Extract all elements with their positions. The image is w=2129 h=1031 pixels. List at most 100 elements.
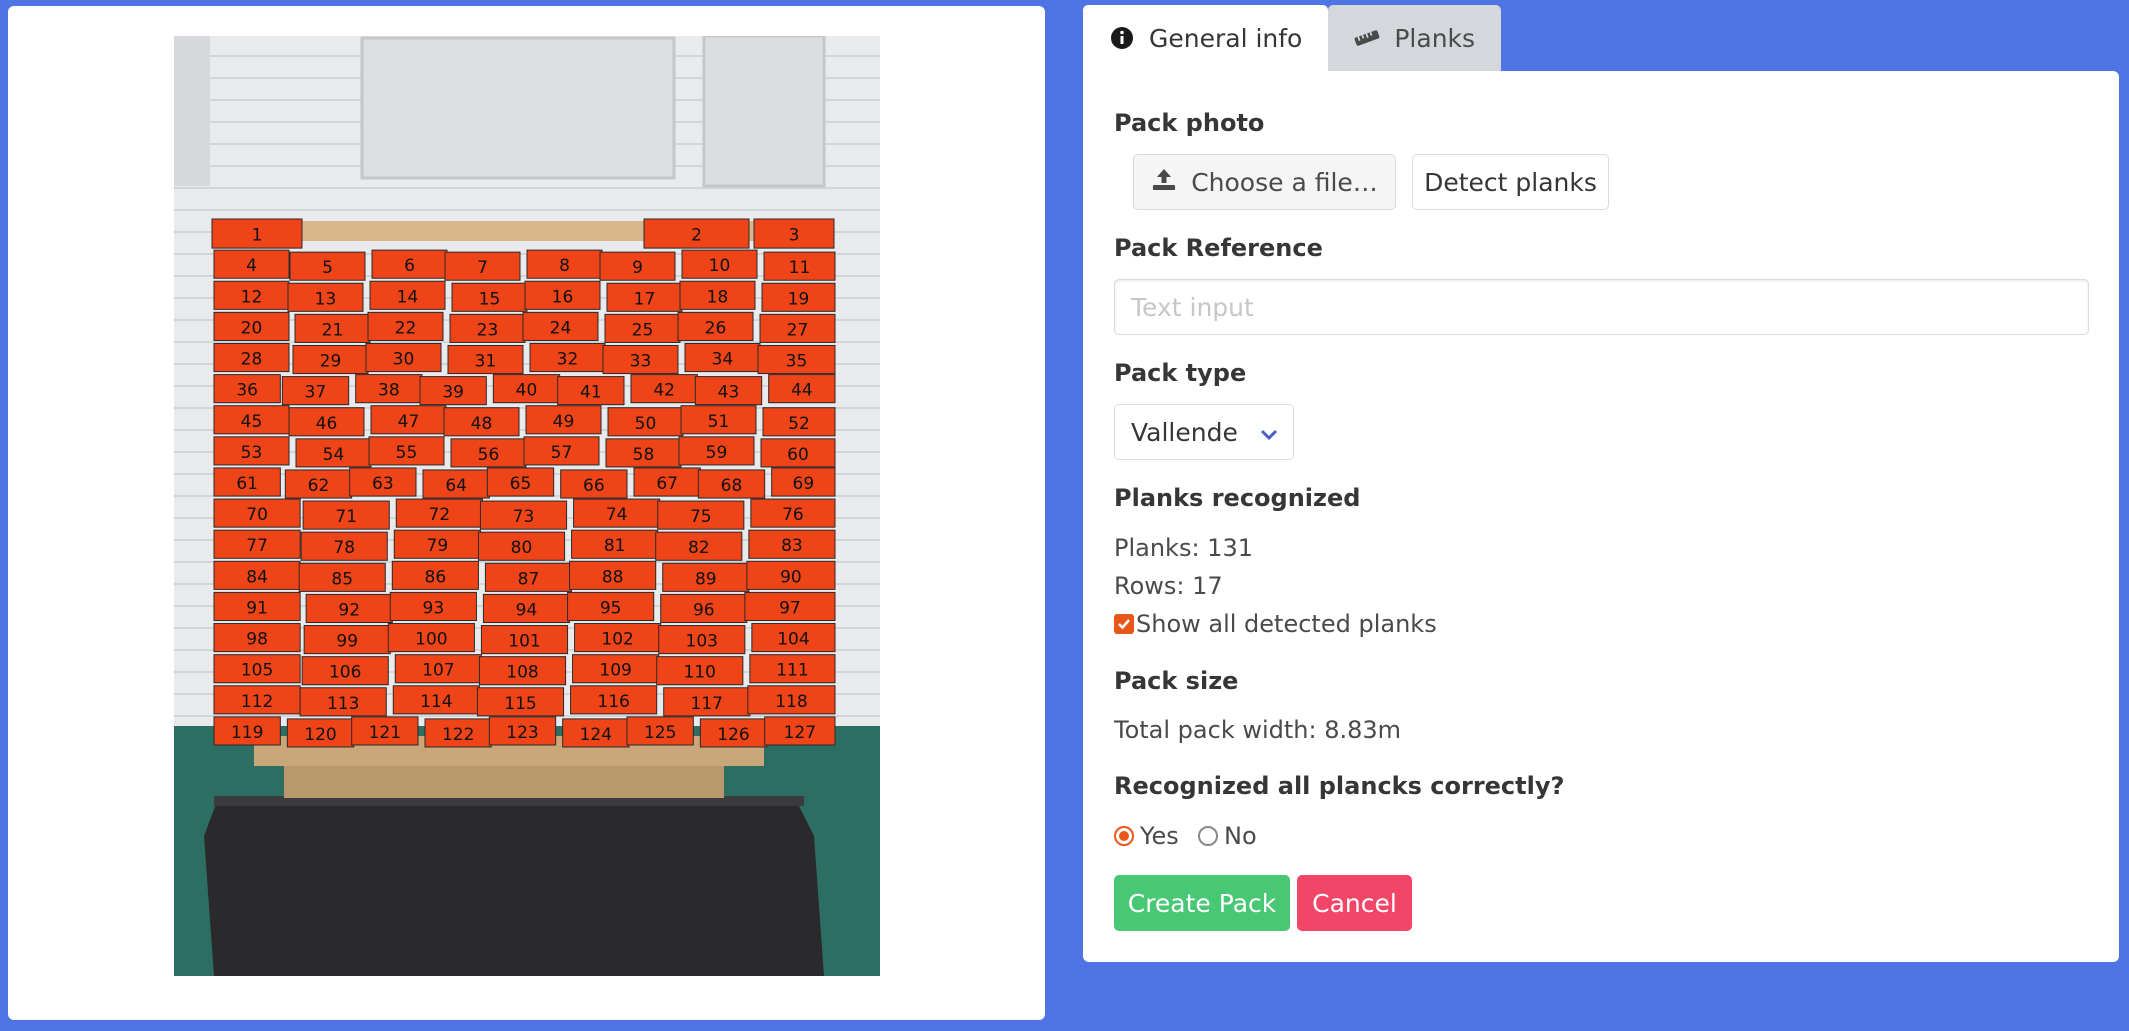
pack-type-select[interactable]: Vallende: [1114, 404, 1294, 460]
plank-number: 84: [246, 567, 268, 587]
radio-unselected-icon: [1198, 826, 1218, 846]
plank-number: 124: [580, 725, 612, 745]
plank-number: 15: [479, 289, 501, 309]
plank-number: 112: [241, 692, 273, 712]
plank-number: 83: [781, 536, 803, 556]
plank-number: 53: [241, 443, 263, 463]
plank-number: 108: [506, 663, 538, 683]
plank-number: 93: [423, 598, 445, 618]
plank-number: 32: [557, 350, 579, 370]
plank-number: 66: [583, 476, 605, 496]
tab-general-info[interactable]: General info: [1083, 5, 1329, 71]
plank-number: 122: [442, 725, 474, 745]
pack-type-label: Pack type: [1114, 359, 1247, 387]
plank-number: 87: [518, 569, 540, 589]
detect-planks-button[interactable]: Detect planks: [1412, 154, 1609, 210]
plank-number: 71: [335, 507, 357, 527]
plank-number: 111: [776, 661, 808, 681]
pallet-base: [284, 766, 724, 798]
rows-count-text: Rows: 17: [1114, 572, 1223, 600]
plank-number: 25: [632, 320, 654, 340]
plank-number: 4: [246, 256, 257, 276]
checkbox-checked-icon: [1114, 614, 1134, 634]
plank-number: 100: [415, 630, 447, 650]
plank-number: 46: [316, 414, 338, 434]
radio-yes[interactable]: Yes: [1114, 822, 1179, 850]
plank-number: 9: [632, 258, 643, 278]
wall-panel: [360, 36, 676, 180]
show-all-planks-label: Show all detected planks: [1136, 610, 1437, 638]
plank-number: 120: [304, 725, 336, 745]
plank-number: 33: [630, 352, 652, 372]
plank-number: 67: [656, 474, 678, 494]
plank-number: 104: [777, 630, 809, 650]
plank-number: 79: [427, 536, 449, 556]
plank-number: 10: [709, 256, 731, 276]
plank-number: 109: [599, 661, 631, 681]
plank-number: 47: [398, 412, 420, 432]
plank-number: 101: [508, 632, 540, 652]
tab-general-info-label: General info: [1149, 23, 1303, 53]
pack-type-value: Vallende: [1131, 417, 1238, 447]
plank-number: 20: [241, 318, 263, 338]
plank-number: 92: [338, 600, 360, 620]
plank-number: 56: [478, 445, 500, 465]
radio-selected-icon: [1114, 826, 1134, 846]
plank-number: 31: [475, 352, 497, 372]
plank-number: 121: [369, 723, 401, 743]
tab-bar: General info Planks: [1083, 5, 1502, 71]
tab-planks[interactable]: Planks: [1328, 5, 1502, 71]
plank-number: 102: [601, 630, 633, 650]
plank-number: 41: [580, 383, 602, 403]
show-all-planks-checkbox[interactable]: Show all detected planks: [1114, 610, 1437, 638]
pack-photo-label: Pack photo: [1114, 109, 1265, 137]
plank-number: 116: [597, 692, 629, 712]
plank-number: 105: [241, 661, 273, 681]
cancel-button[interactable]: Cancel: [1297, 875, 1412, 931]
plank-number: 8: [559, 256, 570, 276]
plank-number: 117: [691, 694, 723, 714]
plank-number: 118: [775, 692, 807, 712]
plank-number: 68: [721, 476, 743, 496]
plank-number: 98: [246, 630, 268, 650]
plank-number: 125: [644, 723, 676, 743]
photo-card: 1 2 3 4 5 6 7 8 9 10 11 12 13 14 15 16 17 18 19 20 21 22 23 24 2…: [8, 6, 1045, 1020]
plank-number: 107: [422, 661, 454, 681]
plank-number: 60: [787, 445, 809, 465]
radio-no[interactable]: No: [1198, 822, 1257, 850]
plank-number: 55: [396, 443, 418, 463]
total-pack-width-text: Total pack width: 8.83m: [1114, 716, 1402, 744]
plank-number: 77: [246, 536, 268, 556]
plank-number: 126: [717, 725, 749, 745]
plank-number: 115: [504, 694, 536, 714]
plank-number: 72: [429, 505, 451, 525]
plank-number: 39: [442, 383, 464, 403]
plank-number: 40: [516, 381, 538, 401]
plank-number: 29: [320, 352, 342, 372]
plank-number: 89: [695, 569, 717, 589]
plank-number: 7: [477, 258, 488, 278]
plank-number: 80: [511, 538, 533, 558]
plank-number: 51: [708, 412, 730, 432]
plank-number: 119: [231, 723, 263, 743]
plank-number: 90: [780, 567, 802, 587]
plank-number: 27: [787, 320, 809, 340]
plank-number: 74: [606, 505, 628, 525]
plank-number: 49: [553, 412, 575, 432]
pack-reference-input[interactable]: [1114, 279, 2089, 335]
wall-panel-right: [702, 36, 826, 188]
radio-no-label: No: [1224, 822, 1257, 850]
plank-number: 85: [331, 569, 353, 589]
pack-size-label: Pack size: [1114, 667, 1239, 695]
plank-number: 127: [784, 723, 816, 743]
plank-number: 95: [600, 598, 622, 618]
plank-number: 57: [551, 443, 573, 463]
plank-number: 34: [712, 350, 734, 370]
plank-number: 11: [789, 258, 811, 278]
create-pack-button[interactable]: Create Pack: [1114, 875, 1290, 931]
plank-number: 91: [246, 598, 268, 618]
plank-number: 97: [779, 598, 801, 618]
choose-file-button[interactable]: Choose a file…: [1133, 154, 1396, 210]
plank-number: 5: [322, 258, 333, 278]
plank-number: 64: [445, 476, 467, 496]
